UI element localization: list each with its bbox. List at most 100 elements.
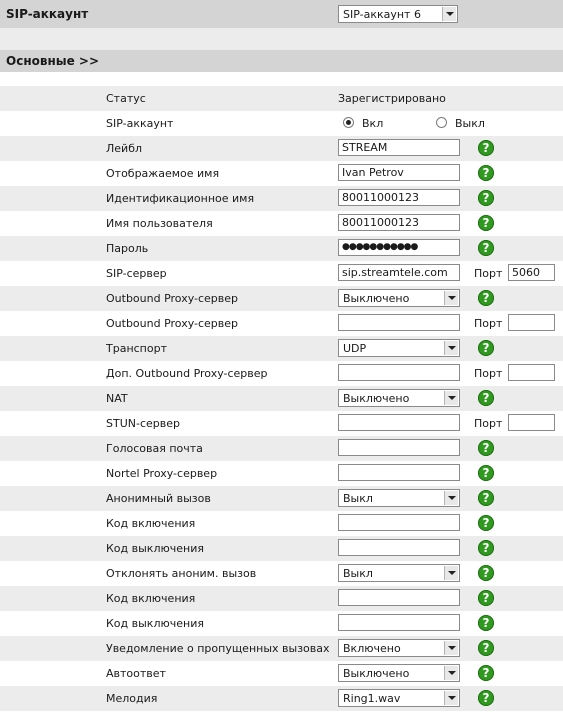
label-input[interactable]: STREAM [338, 139, 460, 156]
sip-server-input[interactable]: sip.streamtele.com [338, 264, 460, 281]
field-label: Код выключения [106, 542, 204, 555]
field-label: Идентификационное имя [106, 192, 255, 205]
row-sip-server: SIP-сервер sip.streamtele.com Порт 5060 [0, 261, 563, 286]
help-icon[interactable]: ? [478, 465, 494, 481]
row-anon-off-code: Код выключения ? [0, 536, 563, 561]
help-icon[interactable]: ? [478, 540, 494, 556]
help-icon[interactable]: ? [478, 290, 494, 306]
transport-select[interactable]: UDP [338, 339, 460, 357]
section-title[interactable]: Основные >> [6, 54, 99, 68]
help-icon[interactable]: ? [478, 215, 494, 231]
help-icon[interactable]: ? [478, 165, 494, 181]
reject-on-code-input[interactable] [338, 589, 460, 606]
spacer [0, 72, 563, 86]
auto-answer-select[interactable]: Выключено [338, 664, 460, 682]
display-name-input[interactable]: Ivan Petrov [338, 164, 460, 181]
outbound-proxy-port-input[interactable] [508, 314, 555, 331]
user-name-input[interactable]: 80011000123 [338, 214, 460, 231]
password-input[interactable]: ●●●●●●●●●●● [338, 239, 460, 256]
chevron-down-icon[interactable] [444, 491, 458, 505]
outbound-proxy-input[interactable] [338, 314, 460, 331]
help-icon[interactable]: ? [478, 640, 494, 656]
help-icon[interactable]: ? [478, 615, 494, 631]
anonymous-call-select[interactable]: Выкл [338, 489, 460, 507]
row-auth-name: Идентификационное имя 80011000123 ? [0, 186, 563, 211]
help-icon[interactable]: ? [478, 190, 494, 206]
row-auto-answer: Автоответ Выключено ? [0, 661, 563, 686]
account-select[interactable]: SIP-аккаунт 6 [338, 5, 458, 23]
field-label: Лейбл [106, 142, 143, 155]
status-value: Зарегистрировано [338, 92, 446, 105]
row-nortel-proxy: Nortel Proxy-сервер ? [0, 461, 563, 486]
port-label: Порт [474, 267, 503, 280]
port-label: Порт [474, 367, 503, 380]
help-icon[interactable]: ? [478, 565, 494, 581]
chevron-down-icon[interactable] [444, 391, 458, 405]
help-icon[interactable]: ? [478, 340, 494, 356]
chevron-down-icon[interactable] [444, 566, 458, 580]
header-bar: SIP-аккаунт SIP-аккаунт 6 [0, 0, 563, 28]
help-icon[interactable]: ? [478, 140, 494, 156]
row-outbound-proxy: Outbound Proxy-сервер Порт [0, 311, 563, 336]
row-reject-on-code: Код включения ? [0, 586, 563, 611]
row-sip-account: SIP-аккаунт Вкл Выкл [0, 111, 563, 136]
section-bar[interactable]: Основные >> [0, 50, 563, 72]
help-icon[interactable]: ? [478, 490, 494, 506]
field-label: Автоответ [106, 667, 166, 680]
row-label: Лейбл STREAM ? [0, 136, 563, 161]
chevron-down-icon[interactable] [442, 7, 456, 21]
reject-off-code-input[interactable] [338, 614, 460, 631]
chevron-down-icon[interactable] [444, 341, 458, 355]
row-status: Статус Зарегистрировано [0, 86, 563, 111]
ring-type-select[interactable]: Ring1.wav [338, 689, 460, 707]
reject-anonymous-select[interactable]: Выкл [338, 564, 460, 582]
field-label: SIP-сервер [106, 267, 167, 280]
backup-outbound-proxy-port-input[interactable] [508, 364, 555, 381]
port-label: Порт [474, 317, 503, 330]
field-label: SIP-аккаунт [106, 117, 174, 130]
row-nat: NAT Выключено ? [0, 386, 563, 411]
help-icon[interactable]: ? [478, 590, 494, 606]
row-anonymous-call: Анонимный вызов Выкл ? [0, 486, 563, 511]
field-label: Отклонять аноним. вызов [106, 567, 257, 580]
help-icon[interactable]: ? [478, 665, 494, 681]
chevron-down-icon[interactable] [444, 291, 458, 305]
field-label: STUN-сервер [106, 417, 180, 430]
select-value: Выкл [343, 567, 373, 580]
select-value: Выключено [343, 292, 410, 305]
row-missed-call-log: Уведомление о пропущенных вызовах Включе… [0, 636, 563, 661]
help-icon[interactable]: ? [478, 515, 494, 531]
nortel-proxy-input[interactable] [338, 464, 460, 481]
radio-off[interactable] [436, 117, 447, 128]
row-password: Пароль ●●●●●●●●●●● ? [0, 236, 563, 261]
radio-on-label: Вкл [362, 117, 384, 130]
help-icon[interactable]: ? [478, 690, 494, 706]
field-label: Транспорт [106, 342, 167, 355]
help-icon[interactable]: ? [478, 390, 494, 406]
field-label: Анонимный вызов [106, 492, 211, 505]
help-icon[interactable]: ? [478, 240, 494, 256]
row-ring-type: Мелодия Ring1.wav ? [0, 686, 563, 711]
select-value: Ring1.wav [343, 692, 401, 705]
chevron-down-icon[interactable] [444, 641, 458, 655]
backup-outbound-proxy-input[interactable] [338, 364, 460, 381]
sip-server-port-input[interactable]: 5060 [508, 264, 555, 281]
stun-server-port-input[interactable] [508, 414, 555, 431]
radio-on[interactable] [343, 117, 354, 128]
auth-name-input[interactable]: 80011000123 [338, 189, 460, 206]
field-label: Статус [106, 92, 146, 105]
field-label: Пароль [106, 242, 149, 255]
anon-on-code-input[interactable] [338, 514, 460, 531]
chevron-down-icon[interactable] [444, 691, 458, 705]
outbound-proxy-mode-select[interactable]: Выключено [338, 289, 460, 307]
row-display-name: Отображаемое имя Ivan Petrov ? [0, 161, 563, 186]
help-icon[interactable]: ? [478, 440, 494, 456]
missed-call-log-select[interactable]: Включено [338, 639, 460, 657]
chevron-down-icon[interactable] [444, 666, 458, 680]
voicemail-input[interactable] [338, 439, 460, 456]
nat-select[interactable]: Выключено [338, 389, 460, 407]
anon-off-code-input[interactable] [338, 539, 460, 556]
field-label: Голосовая почта [106, 442, 203, 455]
spacer [0, 28, 563, 50]
stun-server-input[interactable] [338, 414, 460, 431]
